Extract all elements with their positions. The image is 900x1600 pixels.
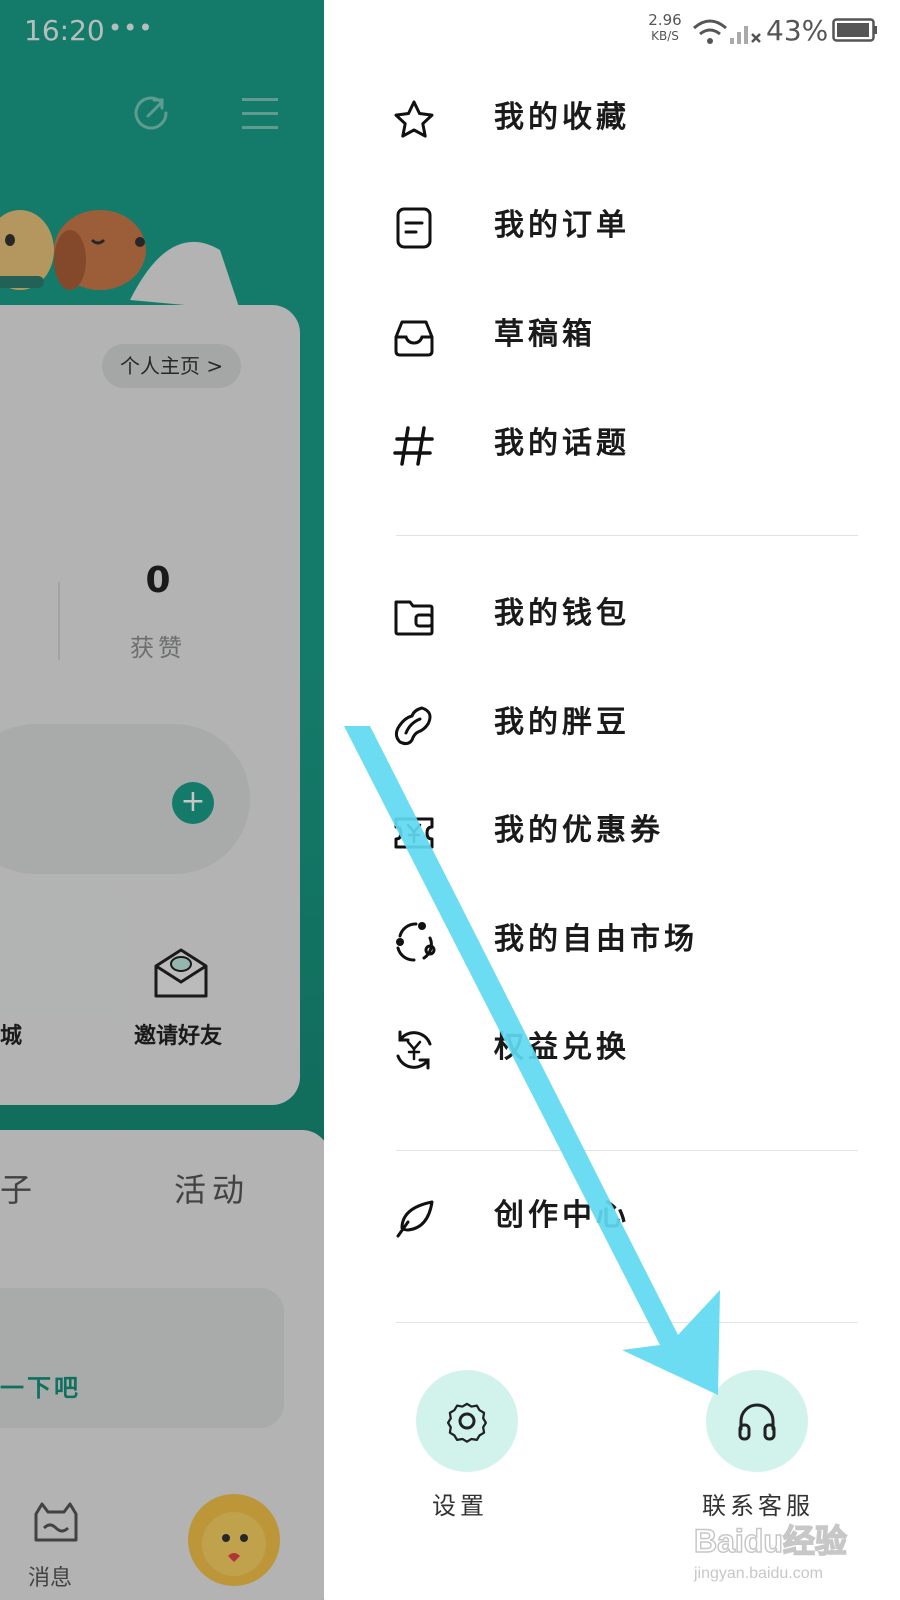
profile-homepage-link[interactable]: 个人主页 >: [102, 344, 242, 388]
stat-divider: [58, 582, 60, 660]
market-cycle-icon: [396, 922, 436, 962]
watermark-brand: Baidu经验: [694, 1523, 847, 1559]
star-icon: [394, 100, 434, 138]
menu-item-topics[interactable]: 我的话题: [384, 414, 864, 474]
menu-item-label: 我的订单: [494, 208, 630, 243]
watermark-url: jingyan.baidu.com: [693, 1565, 823, 1582]
net-speed-unit: KB/S: [651, 29, 679, 43]
message-cat-icon[interactable]: [30, 1500, 82, 1552]
envelope-icon[interactable]: [152, 944, 210, 1002]
yen-exchange-icon: [396, 1030, 432, 1070]
menu-item-label: 我的钱包: [494, 596, 630, 631]
menu-item-rights-exchange[interactable]: 权益兑换: [384, 1018, 864, 1078]
menu-item-label: 权益兑换: [494, 1030, 630, 1065]
menu-item-favorites[interactable]: 我的收藏: [384, 88, 864, 148]
status-time: 16:20: [24, 14, 105, 47]
coupon-icon: [394, 817, 434, 849]
battery-percent: 43%: [766, 14, 829, 47]
hashtag-icon: [393, 426, 434, 466]
menu-item-free-market[interactable]: 我的自由市场: [384, 910, 864, 970]
likes-count: 0: [145, 560, 171, 601]
menu-divider: [396, 535, 858, 536]
profile-card: [0, 305, 300, 1105]
likes-label: 获赞: [130, 634, 186, 662]
settings-button[interactable]: [416, 1370, 518, 1472]
battery-icon: [832, 18, 877, 42]
menu-item-label: 我的话题: [494, 426, 630, 461]
mall-label[interactable]: 城: [0, 1018, 22, 1050]
menu-divider: [396, 1150, 858, 1151]
net-speed-value: 2.96: [648, 11, 682, 29]
headphones-icon: [738, 1403, 776, 1441]
menu-item-label: 草稿箱: [494, 317, 596, 352]
net-speed: 2.96 KB/S: [640, 12, 690, 44]
add-button[interactable]: +: [172, 782, 214, 824]
document-icon: [396, 207, 432, 249]
menu-item-label: 我的收藏: [494, 100, 630, 135]
menu-item-coupons[interactable]: 我的优惠券: [384, 801, 864, 861]
menu-item-label: 我的优惠券: [494, 813, 664, 848]
baidu-jingyan-watermark: Baidu经验 jingyan.baidu.com: [693, 1522, 848, 1582]
tab-posts[interactable]: 子: [0, 1165, 32, 1211]
menu-item-label: 创作中心: [494, 1198, 630, 1233]
tab-activity[interactable]: 活动: [174, 1165, 250, 1211]
wallet-icon: [394, 600, 434, 636]
gear-icon: [446, 1402, 487, 1443]
menu-item-orders[interactable]: 我的订单: [384, 196, 864, 256]
bean-icon: [394, 706, 432, 746]
settings-label[interactable]: 设置: [432, 1486, 488, 1521]
background-profile-page: 16:20 ••• 个人主页 > 0 获赞 + 城 邀请好友 子 活动 一下吧: [0, 0, 324, 1600]
contact-support-button[interactable]: [706, 1370, 808, 1472]
signal-icon: [730, 26, 761, 44]
nav-message-label[interactable]: 消息: [28, 1560, 72, 1592]
menu-item-wallet[interactable]: 我的钱包: [384, 584, 864, 644]
dog-mascot-illustration: [0, 210, 240, 310]
share-icon[interactable]: [130, 92, 172, 134]
status-dots: •••: [108, 14, 154, 42]
feather-icon: [396, 1200, 434, 1238]
invite-friends-label[interactable]: 邀请好友: [134, 1018, 222, 1050]
wifi-icon: [693, 19, 727, 44]
inbox-icon: [394, 320, 434, 357]
side-drawer: 2.96 KB/S 43% 我的收藏 我的订单 草稿箱 我的话题 我的钱包 我的…: [324, 0, 900, 1600]
avatar[interactable]: [188, 1494, 280, 1586]
menu-item-label: 我的胖豆: [494, 705, 630, 740]
menu-item-drafts[interactable]: 草稿箱: [384, 305, 864, 365]
empty-state-link[interactable]: 一下吧: [0, 1368, 81, 1403]
menu-item-beans[interactable]: 我的胖豆: [384, 693, 864, 753]
hamburger-menu-icon[interactable]: [240, 96, 280, 132]
menu-item-creator-center[interactable]: 创作中心: [384, 1186, 864, 1246]
empty-state-box: [0, 1288, 284, 1428]
menu-item-label: 我的自由市场: [494, 922, 698, 957]
menu-divider: [396, 1322, 858, 1323]
